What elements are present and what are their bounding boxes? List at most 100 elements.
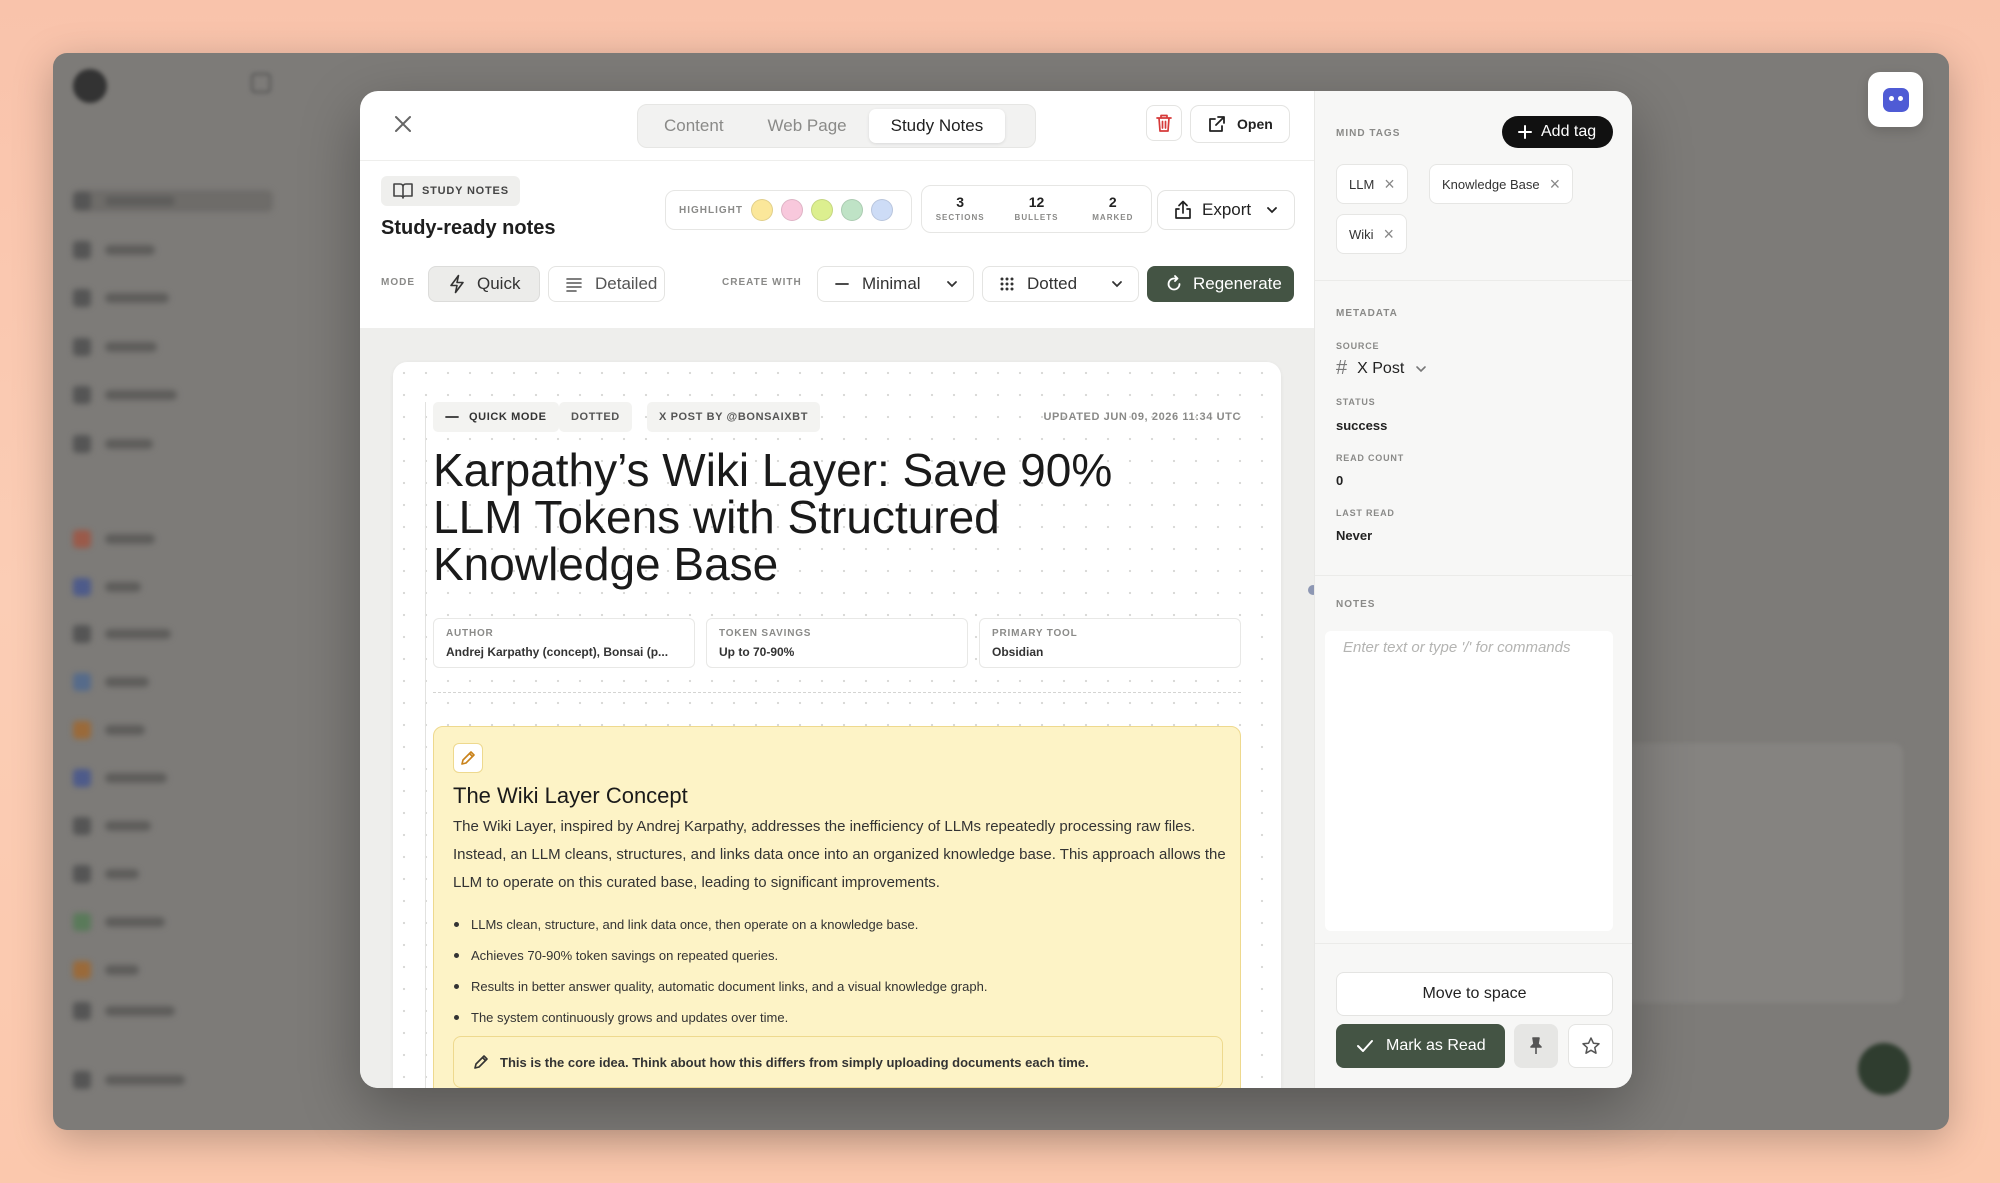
share-icon bbox=[1175, 200, 1191, 219]
highlight-swatch-pink[interactable] bbox=[781, 199, 803, 221]
regenerate-button[interactable]: Regenerate bbox=[1147, 266, 1294, 302]
meta-value: Obsidian bbox=[992, 645, 1044, 659]
chevron-down-icon bbox=[1416, 365, 1427, 372]
meta-token-savings: TOKEN SAVINGS Up to 70-90% bbox=[706, 618, 968, 668]
bg-sidebar-item bbox=[73, 336, 273, 358]
divider bbox=[1315, 943, 1632, 944]
highlight-label: HIGHLIGHT bbox=[679, 204, 743, 216]
notes-paper: QUICK MODE DOTTED X POST BY @BONSAIXBT U… bbox=[393, 362, 1281, 1088]
bg-sidebar-item bbox=[73, 528, 273, 550]
study-tip-text: This is the core idea. Think about how t… bbox=[500, 1054, 1089, 1070]
tag-label: LLM bbox=[1349, 176, 1375, 192]
bg-sidebar-item bbox=[73, 767, 273, 789]
mark-as-read-button[interactable]: Mark as Read bbox=[1336, 1024, 1505, 1068]
background-card bbox=[1603, 743, 1903, 1003]
chevron-down-icon bbox=[947, 281, 957, 288]
tab-web-page[interactable]: Web Page bbox=[746, 109, 869, 143]
concept-section-card: The Wiki Layer Concept The Wiki Layer, i… bbox=[433, 726, 1241, 1088]
open-external-button[interactable]: Open bbox=[1190, 105, 1290, 143]
star-icon bbox=[1581, 1037, 1600, 1054]
bg-sidebar-item bbox=[73, 576, 273, 598]
study-tip: This is the core idea. Think about how t… bbox=[453, 1036, 1223, 1088]
bg-sidebar-item bbox=[73, 911, 273, 933]
mind-tags-label: MIND TAGS bbox=[1336, 128, 1401, 139]
bg-sidebar-item bbox=[73, 671, 273, 693]
assistant-bot-button[interactable] bbox=[1868, 72, 1923, 127]
pattern-select[interactable]: Dotted bbox=[982, 266, 1139, 302]
paper-margin-line bbox=[425, 402, 426, 1088]
chip-quick-mode: QUICK MODE bbox=[433, 402, 559, 432]
create-with-label: CREATE WITH bbox=[722, 277, 802, 288]
stat-label: BULLETS bbox=[1014, 213, 1059, 222]
highlight-swatch-green[interactable] bbox=[841, 199, 863, 221]
highlight-palette: HIGHLIGHT bbox=[665, 190, 912, 230]
divider bbox=[1315, 280, 1632, 281]
bg-sidebar-item bbox=[73, 190, 273, 212]
bg-sidebar-item bbox=[73, 1000, 273, 1022]
remove-tag-icon[interactable]: × bbox=[1550, 175, 1561, 193]
add-tag-button[interactable]: Add tag bbox=[1502, 116, 1613, 148]
bg-sidebar-item bbox=[73, 1069, 273, 1091]
pencil-icon bbox=[461, 751, 475, 765]
bg-sidebar-item bbox=[73, 239, 273, 261]
move-to-space-button[interactable]: Move to space bbox=[1336, 972, 1613, 1016]
mode-detailed-button[interactable]: Detailed bbox=[548, 266, 665, 302]
style-select-value: Minimal bbox=[862, 274, 921, 293]
tag-chip: Wiki × bbox=[1336, 214, 1408, 254]
hash-icon: # bbox=[1336, 357, 1348, 379]
last-read-label: LAST READ bbox=[1336, 508, 1395, 518]
chip-label: QUICK MODE bbox=[469, 411, 547, 423]
export-button[interactable]: Export bbox=[1157, 190, 1295, 230]
source-label: SOURCE bbox=[1336, 341, 1380, 351]
bot-icon bbox=[1882, 87, 1909, 112]
remove-tag-icon[interactable]: × bbox=[1384, 225, 1395, 243]
app-logo-icon bbox=[73, 69, 107, 103]
text-lines-icon bbox=[566, 278, 582, 292]
regenerate-label: Regenerate bbox=[1193, 274, 1282, 293]
study-notes-header: STUDY NOTES Study-ready notes HIGHLIGHT … bbox=[360, 161, 1314, 329]
study-notes-title: Study-ready notes bbox=[381, 217, 556, 239]
favorite-button[interactable] bbox=[1568, 1024, 1613, 1068]
mode-quick-button[interactable]: Quick bbox=[428, 266, 540, 302]
bg-sidebar-item bbox=[73, 384, 273, 406]
tab-study-notes[interactable]: Study Notes bbox=[868, 109, 1006, 143]
details-sidebar: MIND TAGS Add tag LLM × Knowledge Base ×… bbox=[1314, 91, 1632, 1088]
notes-content-area[interactable]: QUICK MODE DOTTED X POST BY @BONSAIXBT U… bbox=[360, 329, 1314, 1088]
meta-key: TOKEN SAVINGS bbox=[719, 628, 812, 639]
background-fab bbox=[1858, 1043, 1910, 1095]
highlight-swatch-blue[interactable] bbox=[871, 199, 893, 221]
refresh-icon bbox=[1167, 275, 1181, 291]
document-title: Karpathy’s Wiki Layer: Save 90% LLM Toke… bbox=[433, 444, 1113, 590]
export-label: Export bbox=[1202, 200, 1252, 219]
source-value: X Post bbox=[1357, 359, 1405, 377]
status-value: success bbox=[1336, 418, 1388, 433]
read-count-label: READ COUNT bbox=[1336, 453, 1404, 463]
open-button-label: Open bbox=[1237, 116, 1273, 132]
pencil-icon bbox=[474, 1055, 488, 1069]
meta-primary-tool: PRIMARY TOOL Obsidian bbox=[979, 618, 1241, 668]
section-bullets: LLMs clean, structure, and link data onc… bbox=[453, 909, 1223, 1033]
remove-tag-icon[interactable]: × bbox=[1384, 175, 1395, 193]
bg-sidebar-item bbox=[73, 959, 273, 981]
highlight-swatch-lime[interactable] bbox=[811, 199, 833, 221]
trash-icon bbox=[1156, 114, 1172, 132]
mode-label: MODE bbox=[381, 277, 415, 288]
notes-label: NOTES bbox=[1336, 599, 1376, 610]
section-body: The Wiki Layer, inspired by Andrej Karpa… bbox=[453, 818, 1226, 891]
stat-bullets: 12 BULLETS bbox=[998, 186, 1074, 232]
source-select[interactable]: # X Post bbox=[1336, 357, 1428, 380]
study-notes-badge-label: STUDY NOTES bbox=[422, 185, 509, 197]
stat-value: 3 bbox=[956, 194, 965, 210]
minus-icon bbox=[445, 416, 459, 418]
highlight-swatch-yellow[interactable] bbox=[751, 199, 773, 221]
view-tabs: Content Web Page Study Notes bbox=[637, 104, 1036, 148]
lightning-icon bbox=[450, 274, 464, 294]
delete-button[interactable] bbox=[1146, 105, 1182, 141]
notes-editor[interactable]: Enter text or type '/' for commands bbox=[1325, 631, 1613, 931]
pin-icon bbox=[1530, 1037, 1542, 1054]
style-select[interactable]: Minimal bbox=[817, 266, 974, 302]
stat-label: MARKED bbox=[1092, 213, 1134, 222]
tab-content[interactable]: Content bbox=[642, 109, 746, 143]
pin-button[interactable] bbox=[1514, 1024, 1558, 1068]
close-button[interactable] bbox=[390, 113, 416, 139]
